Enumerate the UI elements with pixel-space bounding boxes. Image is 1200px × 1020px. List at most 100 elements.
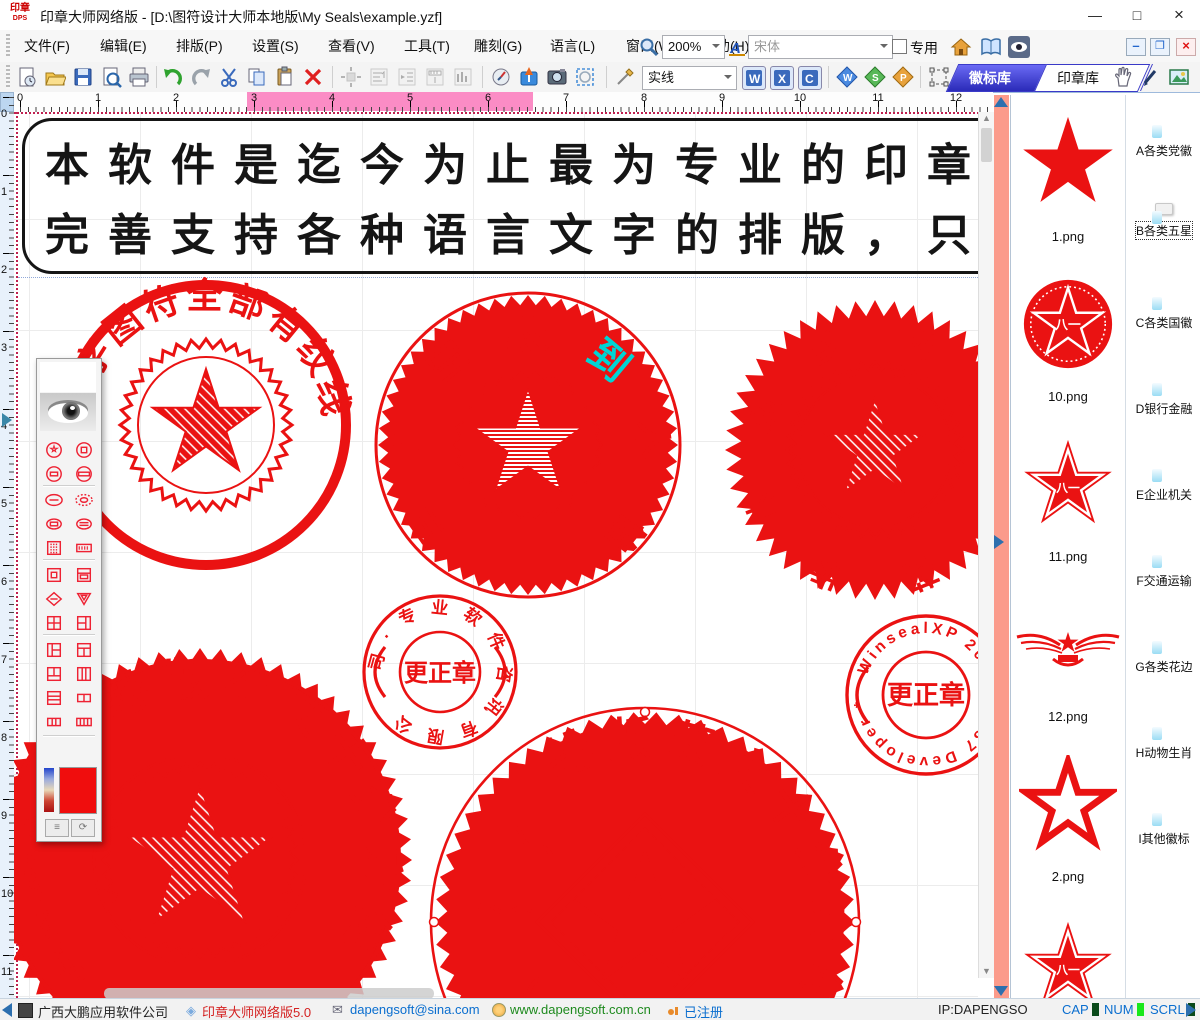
three-cell-template[interactable]	[42, 711, 66, 733]
seal-mongolian-serrated[interactable]: 空 蒙 到 木 怕 日 三	[368, 285, 688, 605]
status-website[interactable]: www.dapengsoft.com.cn	[510, 1002, 651, 1017]
capture-button[interactable]	[546, 66, 568, 88]
panel-splitter-strip[interactable]	[994, 95, 1009, 998]
category-enterprise[interactable]: E企业机关	[1126, 467, 1200, 503]
private-checkbox[interactable]	[892, 39, 907, 54]
logo-thumb-partial[interactable]: 八一	[1019, 917, 1117, 998]
grid-2x2-template[interactable]	[42, 612, 66, 634]
line-style-combobox[interactable]: 实线	[642, 66, 737, 90]
measure-tool-button[interactable]	[490, 66, 512, 88]
gradient-strip[interactable]	[44, 768, 54, 812]
splitter-top-arrow-icon[interactable]	[994, 97, 1008, 107]
grid-wide-template[interactable]	[72, 537, 96, 559]
zoom-tool-icon[interactable]	[638, 36, 660, 58]
circle-hbar-template[interactable]	[42, 463, 66, 485]
distribution-button[interactable]	[452, 66, 474, 88]
current-color-swatch[interactable]	[59, 767, 97, 814]
open-file-button[interactable]	[44, 66, 66, 88]
logo-label-1[interactable]: 1.png	[1011, 229, 1125, 244]
pan-hand-icon[interactable]	[1112, 66, 1134, 88]
top-band-template[interactable]	[72, 639, 96, 661]
undo-button[interactable]	[162, 66, 184, 88]
bottom-band-template[interactable]	[42, 663, 66, 685]
category-party-emblems[interactable]: A各类党徽	[1126, 123, 1200, 159]
window-close-button[interactable]: ×	[1158, 0, 1200, 30]
vertical-split-template[interactable]	[72, 663, 96, 685]
grid-square-template[interactable]	[42, 537, 66, 559]
menu-tools[interactable]: 工具(T)	[394, 30, 460, 62]
insert-image-icon[interactable]	[1168, 66, 1190, 88]
menu-edit[interactable]: 编辑(E)	[90, 30, 157, 62]
four-cell-template[interactable]	[72, 711, 96, 733]
mdi-restore-button[interactable]: ❐	[1150, 38, 1170, 56]
status-back-arrow-icon[interactable]	[2, 1003, 12, 1020]
seal-border-teeth[interactable]: 纹 外 边 框 花 齿 内 边	[720, 295, 978, 605]
book-icon[interactable]	[980, 36, 1002, 58]
new-document-button[interactable]	[16, 66, 38, 88]
ellipse-dotted-template[interactable]	[72, 489, 96, 511]
select-region-button[interactable]	[574, 66, 596, 88]
paste-button[interactable]	[274, 66, 296, 88]
filetype-sheet-icon[interactable]: S	[864, 66, 886, 88]
launch-tool-button[interactable]	[518, 66, 540, 88]
menu-layout[interactable]: 排版(P)	[166, 30, 233, 62]
circle-star-template[interactable]	[42, 439, 66, 461]
menubar-grip[interactable]	[6, 34, 10, 58]
indent-button[interactable]	[396, 66, 418, 88]
window-maximize-button[interactable]: □	[1116, 0, 1158, 30]
palette-card-button[interactable]: ≡	[45, 819, 69, 837]
status-forward-arrow-icon[interactable]	[1186, 1003, 1196, 1020]
circle-column-template[interactable]	[72, 439, 96, 461]
cut-button[interactable]	[218, 66, 240, 88]
home-icon[interactable]	[950, 36, 972, 58]
logo-thumb-10[interactable]: 八一	[1019, 275, 1117, 373]
horizontal-scrollbar-thumb[interactable]	[104, 988, 434, 998]
design-canvas[interactable]: 本 软 件 是 迄 今 为 止 最 为 专 业 的 印 章 设 完 善 支 持 …	[14, 112, 978, 998]
logo-label-12[interactable]: 12.png	[1011, 709, 1125, 724]
category-zodiac[interactable]: H动物生肖	[1126, 725, 1200, 761]
font-name-combobox[interactable]: 宋体	[748, 35, 893, 59]
toolbar-grip[interactable]	[6, 65, 10, 89]
template-palette[interactable]: ≡ ⟳	[36, 358, 102, 842]
splitter-bottom-arrow-icon[interactable]	[994, 986, 1008, 996]
vertical-ruler-marker[interactable]	[2, 413, 12, 427]
delete-button[interactable]	[302, 66, 324, 88]
diamond-template[interactable]	[42, 588, 66, 610]
menu-engrave[interactable]: 雕刻(G)	[464, 30, 532, 62]
horizontal-split-template[interactable]	[42, 687, 66, 709]
export-word-button[interactable]: W	[742, 66, 766, 90]
center-object-button[interactable]	[340, 66, 362, 88]
vertical-scrollbar-thumb[interactable]	[981, 128, 992, 162]
logo-thumb-12[interactable]	[1013, 623, 1123, 679]
left-column-template[interactable]	[42, 639, 66, 661]
two-cell-template[interactable]	[72, 687, 96, 709]
export-wps-button[interactable]: C	[798, 66, 822, 90]
category-borders[interactable]: G各类花边	[1126, 639, 1200, 675]
logo-label-11[interactable]: 11.png	[1011, 549, 1125, 564]
ruler-settings-button[interactable]	[424, 66, 446, 88]
save-button[interactable]	[72, 66, 94, 88]
window-minimize-button[interactable]: —	[1074, 0, 1116, 30]
triangle-template[interactable]	[72, 588, 96, 610]
font-tool-icon[interactable]: A	[726, 36, 748, 58]
logo-thumb-11[interactable]: 八一	[1019, 435, 1117, 533]
category-other[interactable]: I其他徽标	[1126, 811, 1200, 847]
category-transport[interactable]: F交通运输	[1126, 553, 1200, 589]
category-bank-finance[interactable]: D银行金融	[1126, 381, 1200, 417]
line-style-icon[interactable]	[614, 66, 636, 88]
scroll-up-arrow[interactable]: ▲	[979, 112, 994, 125]
category-five-stars[interactable]: B各类五星	[1126, 203, 1200, 239]
splitter-middle-arrow-icon[interactable]	[994, 535, 1004, 549]
print-preview-button[interactable]	[100, 66, 122, 88]
menu-file[interactable]: 文件(F)	[14, 30, 80, 62]
canvas-vertical-scrollbar[interactable]: ▲ ▼	[978, 112, 994, 978]
logo-label-10[interactable]: 10.png	[1011, 389, 1125, 404]
status-email[interactable]: dapengsoft@sina.com	[350, 1002, 480, 1017]
print-button[interactable]	[128, 66, 150, 88]
menu-language[interactable]: 语言(L)	[540, 30, 605, 62]
zoom-level-combobox[interactable]: 200%	[662, 35, 725, 59]
banner-text-object[interactable]: 本 软 件 是 迄 今 为 止 最 为 专 业 的 印 章 设 完 善 支 持 …	[22, 118, 978, 274]
oval-bar-template[interactable]	[42, 513, 66, 535]
seal-mongolian-large[interactable]: 排版蒙文十分方便	[425, 702, 865, 998]
export-excel-button[interactable]: X	[770, 66, 794, 90]
